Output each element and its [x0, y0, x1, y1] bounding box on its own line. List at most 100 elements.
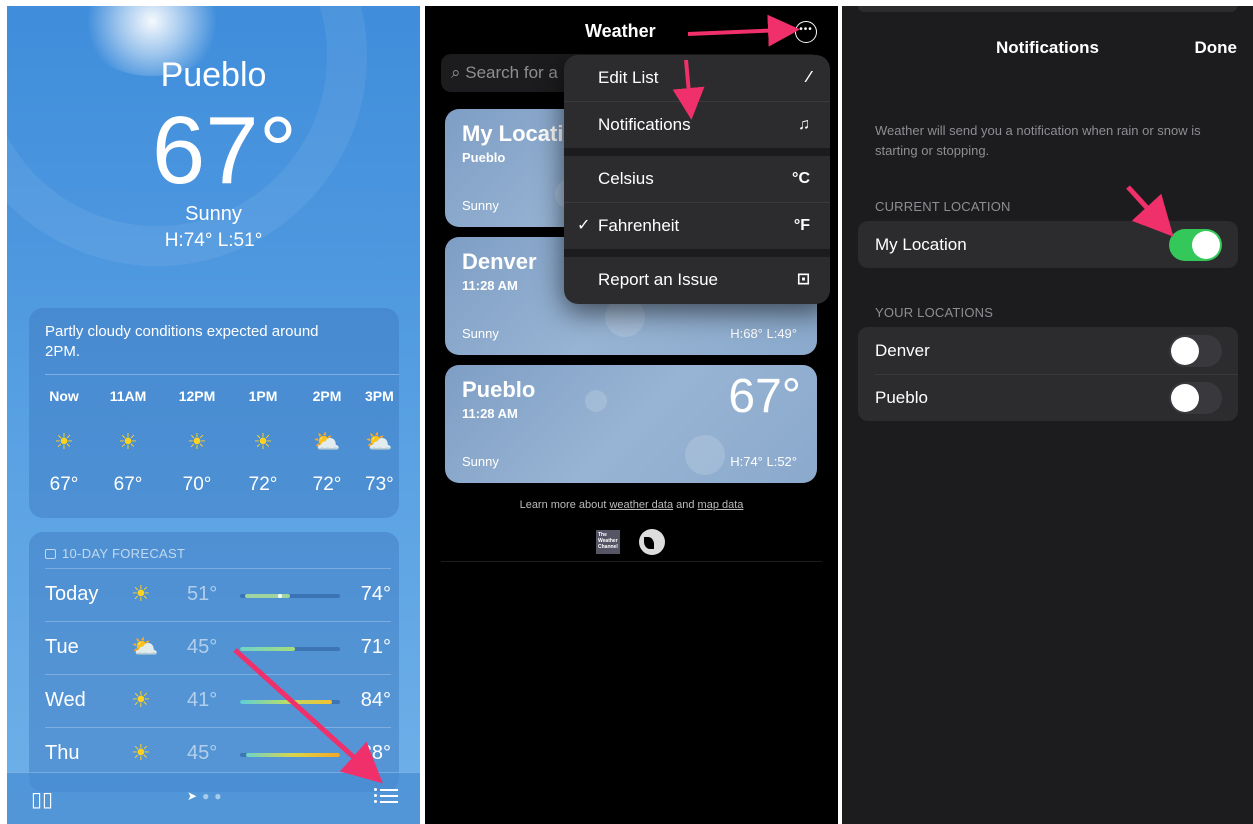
- forecast-row[interactable]: Wed ☀ 41° 84°: [45, 674, 391, 727]
- hour-label: 11AM: [109, 388, 147, 404]
- day-label: Tue: [45, 636, 79, 658]
- divider: [45, 374, 399, 375]
- hour-column: 3PM ⛅ 73°: [365, 388, 399, 496]
- ten-day-forecast-card[interactable]: 10-DAY FORECAST Today ☀ 51° 74° Tue ⛅ 45…: [29, 532, 399, 792]
- menu-item-fahrenheit[interactable]: ✓ Fahrenheit °F: [564, 203, 830, 249]
- search-placeholder: Search for a: [465, 63, 558, 82]
- high-temp: 71°: [360, 636, 391, 658]
- hour-temp: 73°: [365, 474, 394, 495]
- hour-label: 3PM: [365, 388, 394, 404]
- temp-range-bar: [240, 700, 340, 704]
- low-temp: 45°: [187, 742, 218, 764]
- partly-cloudy-icon: ⛅: [313, 429, 341, 454]
- more-options-icon[interactable]: •••: [795, 21, 817, 43]
- current-location-group: My Location: [858, 221, 1238, 268]
- divider: [441, 561, 822, 562]
- row-my-location[interactable]: My Location: [858, 221, 1238, 268]
- low-temp: 51°: [187, 583, 218, 605]
- map-provider-logo[interactable]: [639, 529, 665, 555]
- menu-item-notifications[interactable]: Notifications ♫: [564, 102, 830, 148]
- menu-item-celsius[interactable]: Celsius °C: [564, 156, 830, 202]
- location-card-pueblo[interactable]: Pueblo 11:28 AM 67° Sunny H:74° L:52°: [445, 365, 817, 483]
- day-label: Thu: [45, 742, 80, 764]
- section-header-current: CURRENT LOCATION: [875, 199, 1011, 214]
- sheet-edge: [858, 6, 1237, 12]
- row-denver[interactable]: Denver: [858, 327, 1238, 374]
- bell-icon: ♫: [798, 116, 810, 133]
- high-temp: 84°: [360, 689, 391, 711]
- hour-label: 2PM: [312, 388, 342, 404]
- menu-item-label: Edit List: [598, 68, 659, 87]
- hour-temp: 72°: [248, 474, 278, 495]
- sun-icon: ☀: [187, 429, 207, 454]
- done-button[interactable]: Done: [1195, 38, 1238, 58]
- weather-channel-logo[interactable]: The Weather Channel: [596, 530, 620, 554]
- high-low: H:74° L:51°: [164, 230, 263, 251]
- search-icon: ⌕: [451, 63, 461, 82]
- sun-icon: ☀: [131, 581, 151, 606]
- screen-title: Weather: [585, 21, 656, 41]
- notifications-description: Weather will send you a notification whe…: [875, 123, 1201, 158]
- partly-cloudy-icon: ⛅: [131, 634, 159, 659]
- menu-item-report-issue[interactable]: Report an Issue ⊡: [564, 257, 830, 303]
- menu-item-label: Celsius: [598, 169, 654, 188]
- current-temperature: 67°: [151, 97, 298, 204]
- hour-temp: 67°: [49, 474, 79, 495]
- sun-icon: ☀: [118, 429, 138, 454]
- current-condition: Sunny: [185, 203, 242, 225]
- high-temp: 88°: [360, 742, 391, 764]
- menu-group-gap: [564, 148, 830, 156]
- sun-icon: ☀: [253, 429, 273, 454]
- checkmark-icon: ✓: [577, 217, 591, 234]
- hour-label: 12PM: [178, 388, 216, 404]
- location-high-low: H:74° L:52°: [730, 454, 797, 469]
- location-name: My Locati: [462, 121, 564, 146]
- row-label: My Location: [875, 235, 967, 254]
- temp-range-bar: [240, 647, 340, 651]
- my-location-toggle[interactable]: [1169, 229, 1222, 261]
- learn-mid: and: [673, 499, 698, 511]
- map-icon[interactable]: ▯▯: [31, 787, 53, 812]
- map-data-link[interactable]: map data: [698, 499, 744, 511]
- denver-toggle[interactable]: [1169, 335, 1222, 367]
- location-sub: Pueblo: [462, 150, 506, 165]
- report-icon: ⊡: [796, 271, 810, 288]
- list-icon[interactable]: [374, 785, 398, 807]
- row-label: Pueblo: [875, 388, 928, 407]
- weather-data-link[interactable]: weather data: [609, 499, 673, 511]
- weather-list-screen: Weather ••• ⌕ Search for a My Locati Pue…: [425, 6, 838, 824]
- learn-more-text: Learn more about weather data and map da…: [425, 499, 838, 511]
- menu-item-label: Notifications: [598, 115, 691, 134]
- location-high-low: H:68° L:49°: [730, 326, 797, 341]
- pueblo-toggle[interactable]: [1169, 382, 1222, 414]
- city-name: Pueblo: [160, 56, 267, 94]
- location-name: Denver: [462, 249, 537, 274]
- temp-range-bar: [240, 753, 340, 757]
- hour-temp: 72°: [312, 474, 342, 495]
- temp-range-bar: [240, 594, 340, 598]
- forecast-row[interactable]: Tue ⛅ 45° 71°: [45, 621, 391, 674]
- menu-item-label: Report an Issue: [598, 270, 719, 289]
- location-sub: 11:28 AM: [462, 406, 518, 421]
- forecast-header-label: 10-DAY FORECAST: [62, 546, 186, 561]
- pencil-icon: ⁄: [807, 69, 810, 86]
- low-temp: 41°: [187, 689, 218, 711]
- hour-label: Now: [49, 388, 79, 404]
- location-name: Pueblo: [462, 377, 536, 402]
- menu-item-edit-list[interactable]: Edit List ⁄: [564, 55, 830, 101]
- hour-column: 11AM ☀ 67°: [103, 388, 153, 496]
- hour-column: 2PM ⛅ 72°: [302, 388, 352, 496]
- page-indicator[interactable]: ➤●●: [187, 789, 227, 803]
- notifications-screen: Notifications Done Weather will send you…: [842, 6, 1253, 824]
- forecast-row[interactable]: Today ☀ 51° 74°: [45, 568, 391, 621]
- hour-column: Now ☀ 67°: [39, 388, 89, 496]
- menu-group-gap: [564, 249, 830, 257]
- location-condition: Sunny: [462, 454, 499, 469]
- forecast-header: 10-DAY FORECAST: [45, 546, 185, 561]
- row-pueblo[interactable]: Pueblo: [858, 374, 1238, 421]
- location-temp: 67°: [728, 370, 801, 423]
- options-menu: Edit List ⁄ Notifications ♫ Celsius °C ✓…: [564, 55, 830, 304]
- location-condition: Sunny: [462, 326, 499, 341]
- location-sub: 11:28 AM: [462, 278, 518, 293]
- hourly-forecast-card[interactable]: Partly cloudy conditions expected around…: [29, 308, 399, 518]
